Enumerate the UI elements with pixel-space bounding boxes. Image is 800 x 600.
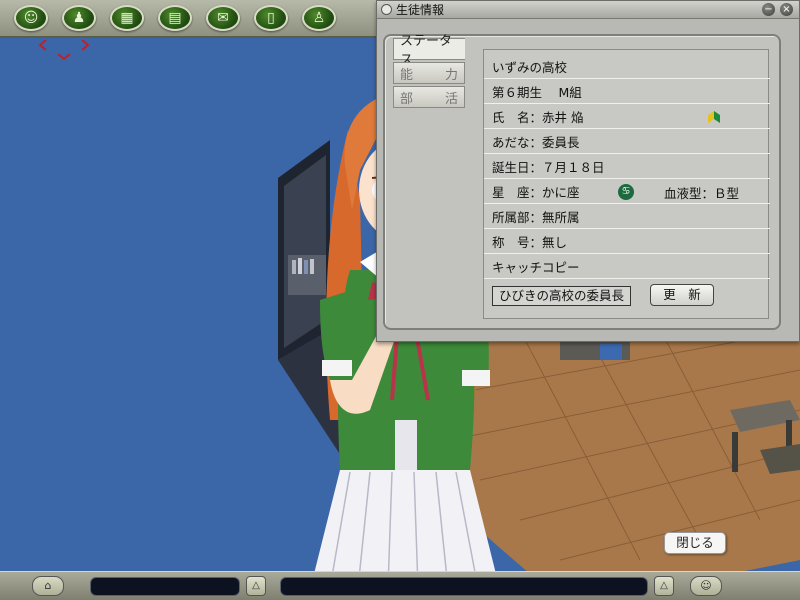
tab-club-label-b: 活 [444, 91, 458, 107]
building-glyph: ▤ [168, 10, 182, 26]
scroll-up-left-button[interactable]: △ [246, 576, 266, 596]
message-field-left[interactable] [90, 577, 240, 596]
window-icon [381, 4, 392, 15]
name-row: 氏 名：赤井 焔 [484, 104, 770, 129]
name-text: 氏 名：赤井 焔 [492, 109, 584, 125]
bottom-bar: ⌂ △ △ ☺ [0, 571, 800, 600]
people-icon[interactable]: ♟ [62, 5, 96, 31]
title-row: 称 号：無し [484, 229, 770, 254]
update-button[interactable]: 更 新 [650, 284, 714, 306]
nickname-text: あだな：委員長 [492, 134, 580, 150]
scroll-up-right-button[interactable]: △ [654, 576, 674, 596]
class-text: 第６期生 M組 [492, 84, 582, 100]
tab-club[interactable]: 部 活 [393, 86, 465, 108]
student-list-icon[interactable]: ☺ [14, 5, 48, 31]
student-list-glyph: ☺ [23, 10, 39, 26]
phone-icon[interactable]: ▯ [254, 5, 288, 31]
zodiac-row: 星 座：かに座 ♋ 血液型：Ｂ型 [484, 179, 770, 204]
building-icon[interactable]: ▤ [158, 5, 192, 31]
class-row: 第６期生 M組 [484, 79, 770, 104]
communication-icon[interactable]: ✉ [206, 5, 240, 31]
tab-status[interactable]: ステータス [393, 34, 465, 68]
tab-ability[interactable]: 能 力 [393, 62, 465, 84]
student-info-window: 生徒情報 − × ステータス 能 力 部 活 いずみの高校 第６期生 M組 氏 … [376, 0, 800, 342]
message-field-main[interactable] [280, 577, 648, 596]
group-icon[interactable]: ♙ [302, 5, 336, 31]
triangle-up-icon: △ [660, 580, 668, 591]
group-glyph: ♙ [312, 10, 326, 26]
title-text: 称 号：無し [492, 234, 568, 250]
catch-copy-label: キャッチコピー [492, 259, 580, 275]
communication-glyph: ✉ [217, 10, 229, 26]
nickname-row: あだな：委員長 [484, 129, 770, 154]
close-button[interactable]: 閉じる [664, 532, 726, 554]
smiley-face-icon: ☺ [700, 579, 712, 592]
event-icon[interactable]: ▦ [110, 5, 144, 31]
club-text: 所属部：無所属 [492, 209, 580, 225]
window-titlebar[interactable]: 生徒情報 − × [377, 1, 799, 19]
chat-button[interactable]: ⌂ [32, 576, 64, 596]
phone-glyph: ▯ [267, 10, 275, 26]
tab-club-label-a: 部 [400, 91, 414, 107]
cancer-zodiac-icon: ♋ [618, 184, 634, 200]
scroll-arrows-icon[interactable] [36, 36, 92, 62]
birthday-row: 誕生日：７月１８日 [484, 154, 770, 179]
catch-copy-value: ひびきの高校の委員長 [492, 286, 632, 306]
zodiac-text: 星 座：かに座 [492, 184, 580, 200]
minimize-button[interactable]: − [762, 3, 775, 16]
birthday-text: 誕生日：７月１８日 [492, 159, 605, 175]
beginner-mark-icon [708, 111, 720, 123]
club-row: 所属部：無所属 [484, 204, 770, 229]
face-button[interactable]: ☺ [690, 576, 722, 596]
triangle-up-icon: △ [252, 580, 260, 591]
people-glyph: ♟ [72, 10, 86, 26]
chat-bubble-icon: ⌂ [44, 579, 52, 592]
window-title: 生徒情報 [396, 3, 445, 17]
window-close-button[interactable]: × [780, 3, 793, 16]
tab-ability-label-b: 力 [444, 67, 458, 83]
tab-ability-label-a: 能 [400, 67, 414, 83]
school-name: いずみの高校 [492, 59, 568, 75]
catch-copy-row: キャッチコピー [484, 254, 770, 279]
event-glyph: ▦ [120, 10, 134, 26]
blood-type-text: 血液型：Ｂ型 [664, 186, 740, 201]
main-toolbar: ☺ ♟ ▦ ▤ ✉ ▯ ♙ [0, 0, 390, 38]
school-row: いずみの高校 [484, 54, 770, 79]
student-info-panel: いずみの高校 第６期生 M組 氏 名：赤井 焔 あだな：委員長 誕生日：７月１８… [483, 49, 770, 319]
